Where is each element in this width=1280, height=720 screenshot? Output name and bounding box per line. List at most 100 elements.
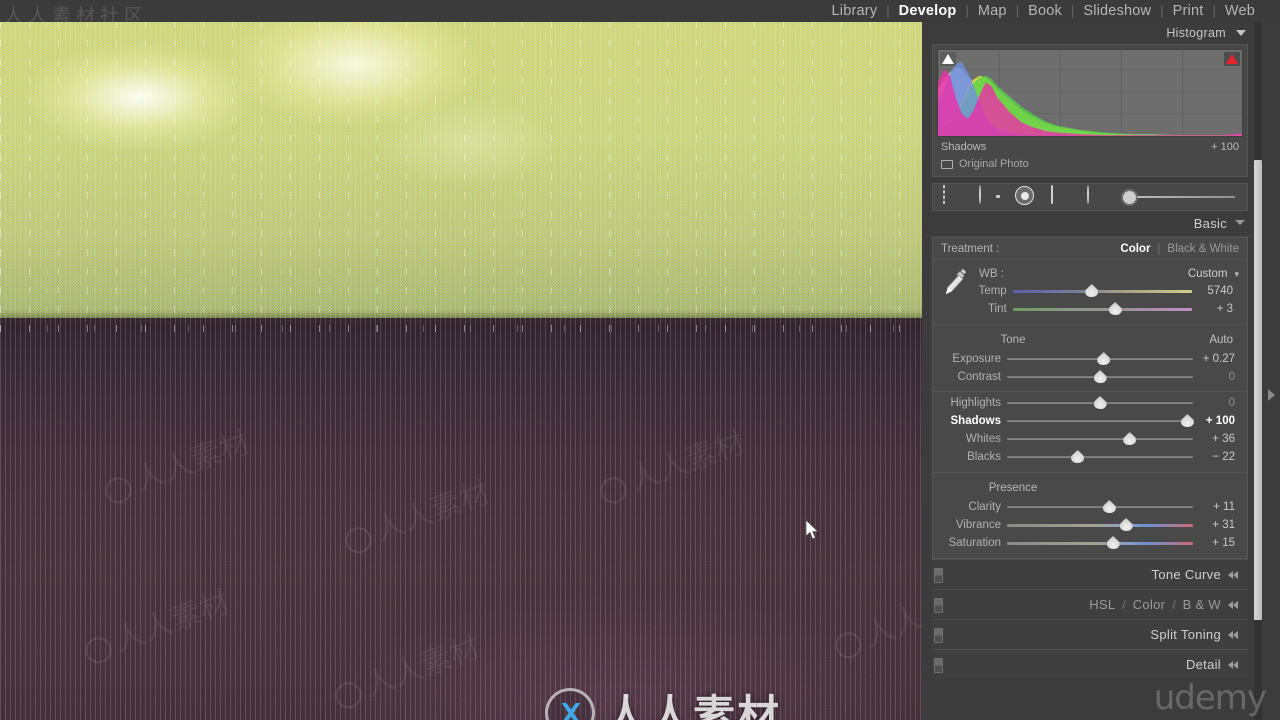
red-eye-correction-tool-icon[interactable] bbox=[1015, 186, 1037, 208]
wb-preset-value[interactable]: Custom bbox=[1041, 268, 1231, 280]
slider-value-exposure[interactable]: + 0.27 bbox=[1193, 353, 1241, 365]
updown-stepper-icon[interactable]: ▾ bbox=[1234, 269, 1239, 280]
slider-handle-highlights[interactable] bbox=[1093, 396, 1107, 409]
slider-track-vibrance[interactable] bbox=[1007, 523, 1193, 527]
panel-switch-icon[interactable] bbox=[934, 598, 943, 613]
slider-row-exposure[interactable]: Exposure + 0.27 bbox=[933, 350, 1247, 368]
image-canvas[interactable]: 人人素材 人人素材 人人素材 人人素材 人人素材 人人素材 人人素材 bbox=[0, 22, 922, 720]
chevron-down-icon[interactable] bbox=[1236, 30, 1246, 36]
slider-track-wrap-tint[interactable] bbox=[1012, 300, 1193, 318]
histogram-header[interactable]: Histogram bbox=[926, 22, 1254, 44]
slider-track-blacks[interactable] bbox=[1007, 456, 1193, 458]
slider-track-tint[interactable] bbox=[1012, 307, 1193, 311]
panel-arrows-icon[interactable] bbox=[1228, 570, 1240, 580]
eyedropper-icon[interactable] bbox=[943, 266, 969, 300]
chevron-down-icon[interactable] bbox=[1235, 218, 1246, 229]
panel-switch-icon[interactable] bbox=[934, 568, 943, 583]
adjustment-brush-slider[interactable] bbox=[1123, 190, 1247, 204]
highlight-clipping-indicator[interactable] bbox=[1224, 52, 1240, 66]
slider-track-wrap-shadows[interactable] bbox=[1007, 412, 1194, 430]
slider-row-blacks[interactable]: Blacks − 22 bbox=[933, 448, 1247, 466]
slider-value-whites[interactable]: + 36 bbox=[1193, 433, 1241, 445]
slider-track-whites[interactable] bbox=[1007, 438, 1193, 440]
slider-track-wrap-clarity[interactable] bbox=[1007, 498, 1193, 516]
panel-title-hsl[interactable]: HSL bbox=[1089, 597, 1115, 612]
right-panel-scrollbar[interactable] bbox=[1254, 22, 1262, 720]
slider-track-wrap-temp[interactable] bbox=[1012, 282, 1193, 300]
module-item-develop[interactable]: Develop bbox=[890, 0, 966, 22]
slider-track-wrap-blacks[interactable] bbox=[1007, 448, 1193, 466]
slider-track-wrap-whites[interactable] bbox=[1007, 430, 1193, 448]
slider-row-saturation[interactable]: Saturation + 15 bbox=[933, 534, 1247, 552]
slider-track-clarity[interactable] bbox=[1007, 506, 1193, 508]
slider-handle-whites[interactable] bbox=[1123, 432, 1137, 445]
slider-value-vibrance[interactable]: + 31 bbox=[1193, 519, 1241, 531]
original-photo-row[interactable]: Original Photo bbox=[937, 155, 1243, 174]
collapsed-panel-detail[interactable]: Detail bbox=[932, 649, 1248, 679]
slider-handle-exposure[interactable] bbox=[1097, 352, 1111, 365]
slider-row-contrast[interactable]: Contrast 0 bbox=[933, 368, 1247, 386]
scrollbar-thumb[interactable] bbox=[1254, 160, 1262, 620]
basic-panel-header[interactable]: Basic bbox=[926, 211, 1254, 237]
treatment-option-bw[interactable]: Black & White bbox=[1167, 243, 1239, 255]
slider-handle-clarity[interactable] bbox=[1102, 500, 1116, 513]
slider-value-shadows[interactable]: + 100 bbox=[1193, 415, 1241, 427]
slider-value-blacks[interactable]: − 22 bbox=[1193, 451, 1241, 463]
slider-handle-vibrance[interactable] bbox=[1119, 518, 1133, 531]
wb-preset-row[interactable]: WB : Custom ▾ bbox=[941, 266, 1239, 282]
panel-collapse-arrow-icon[interactable] bbox=[1264, 386, 1278, 404]
spot-removal-tool-icon[interactable] bbox=[979, 185, 1001, 208]
slider-track-temp[interactable] bbox=[1012, 289, 1193, 293]
slider-track-shadows[interactable] bbox=[1007, 420, 1193, 422]
module-item-map[interactable]: Map bbox=[969, 0, 1016, 22]
brush-size-handle[interactable] bbox=[1123, 190, 1136, 204]
slider-row-whites[interactable]: Whites + 36 bbox=[933, 430, 1247, 448]
slider-row-clarity[interactable]: Clarity + 11 bbox=[933, 498, 1247, 516]
module-item-book[interactable]: Book bbox=[1019, 0, 1071, 22]
module-item-print[interactable]: Print bbox=[1164, 0, 1213, 22]
radial-filter-tool-icon[interactable] bbox=[1087, 185, 1109, 208]
slider-row-shadows[interactable]: Shadows + 100 bbox=[933, 412, 1247, 430]
module-item-slideshow[interactable]: Slideshow bbox=[1074, 0, 1160, 22]
checkbox-icon[interactable] bbox=[941, 159, 953, 169]
panel-arrows-icon[interactable] bbox=[1228, 660, 1240, 670]
slider-handle-tint[interactable] bbox=[1108, 302, 1122, 315]
slider-row-tint[interactable]: Tint + 3 bbox=[941, 300, 1239, 318]
treatment-option-color[interactable]: Color bbox=[1120, 243, 1150, 255]
slider-track-wrap-vibrance[interactable] bbox=[1007, 516, 1193, 534]
collapsed-panel-tonecurve[interactable]: Tone Curve bbox=[932, 559, 1248, 589]
collapsed-panel-splittoning[interactable]: Split Toning bbox=[932, 619, 1248, 649]
slider-row-vibrance[interactable]: Vibrance + 31 bbox=[933, 516, 1247, 534]
panel-title-color[interactable]: Color bbox=[1133, 597, 1166, 612]
slider-row-highlights[interactable]: Highlights 0 bbox=[933, 394, 1247, 412]
panel-arrows-icon[interactable] bbox=[1228, 630, 1240, 640]
slider-track-wrap-saturation[interactable] bbox=[1007, 534, 1193, 552]
slider-value-contrast[interactable]: 0 bbox=[1193, 371, 1241, 383]
slider-value-tint[interactable]: + 3 bbox=[1192, 303, 1239, 315]
histogram-chart[interactable] bbox=[937, 49, 1243, 137]
slider-handle-temp[interactable] bbox=[1085, 284, 1099, 297]
slider-value-temp[interactable]: 5740 bbox=[1192, 285, 1239, 297]
panel-arrows-icon[interactable] bbox=[1228, 600, 1240, 610]
slider-track-saturation[interactable] bbox=[1007, 541, 1193, 545]
slider-track-wrap-exposure[interactable] bbox=[1007, 350, 1193, 368]
shadow-clipping-indicator[interactable] bbox=[940, 52, 956, 66]
slider-handle-shadows[interactable] bbox=[1180, 414, 1194, 427]
slider-row-temp[interactable]: Temp 5740 bbox=[941, 282, 1239, 300]
panel-title-detail[interactable]: Detail bbox=[1186, 657, 1221, 672]
slider-track-wrap-contrast[interactable] bbox=[1007, 368, 1193, 386]
module-item-web[interactable]: Web bbox=[1216, 0, 1264, 22]
panel-title-tonecurve[interactable]: Tone Curve bbox=[1152, 567, 1221, 582]
slider-value-clarity[interactable]: + 11 bbox=[1193, 501, 1241, 513]
brush-size-track[interactable] bbox=[1137, 196, 1235, 198]
slider-handle-blacks[interactable] bbox=[1071, 450, 1085, 463]
slider-value-highlights[interactable]: 0 bbox=[1193, 397, 1241, 409]
graduated-filter-tool-icon[interactable] bbox=[1051, 185, 1073, 208]
slider-handle-contrast[interactable] bbox=[1093, 370, 1107, 383]
slider-value-saturation[interactable]: + 15 bbox=[1193, 537, 1241, 549]
panel-title-splittoning[interactable]: Split Toning bbox=[1150, 627, 1221, 642]
panel-title-bw[interactable]: B & W bbox=[1183, 597, 1221, 612]
panel-switch-icon[interactable] bbox=[934, 628, 943, 643]
slider-handle-saturation[interactable] bbox=[1106, 536, 1120, 549]
tone-auto-button[interactable]: Auto bbox=[1093, 334, 1241, 346]
